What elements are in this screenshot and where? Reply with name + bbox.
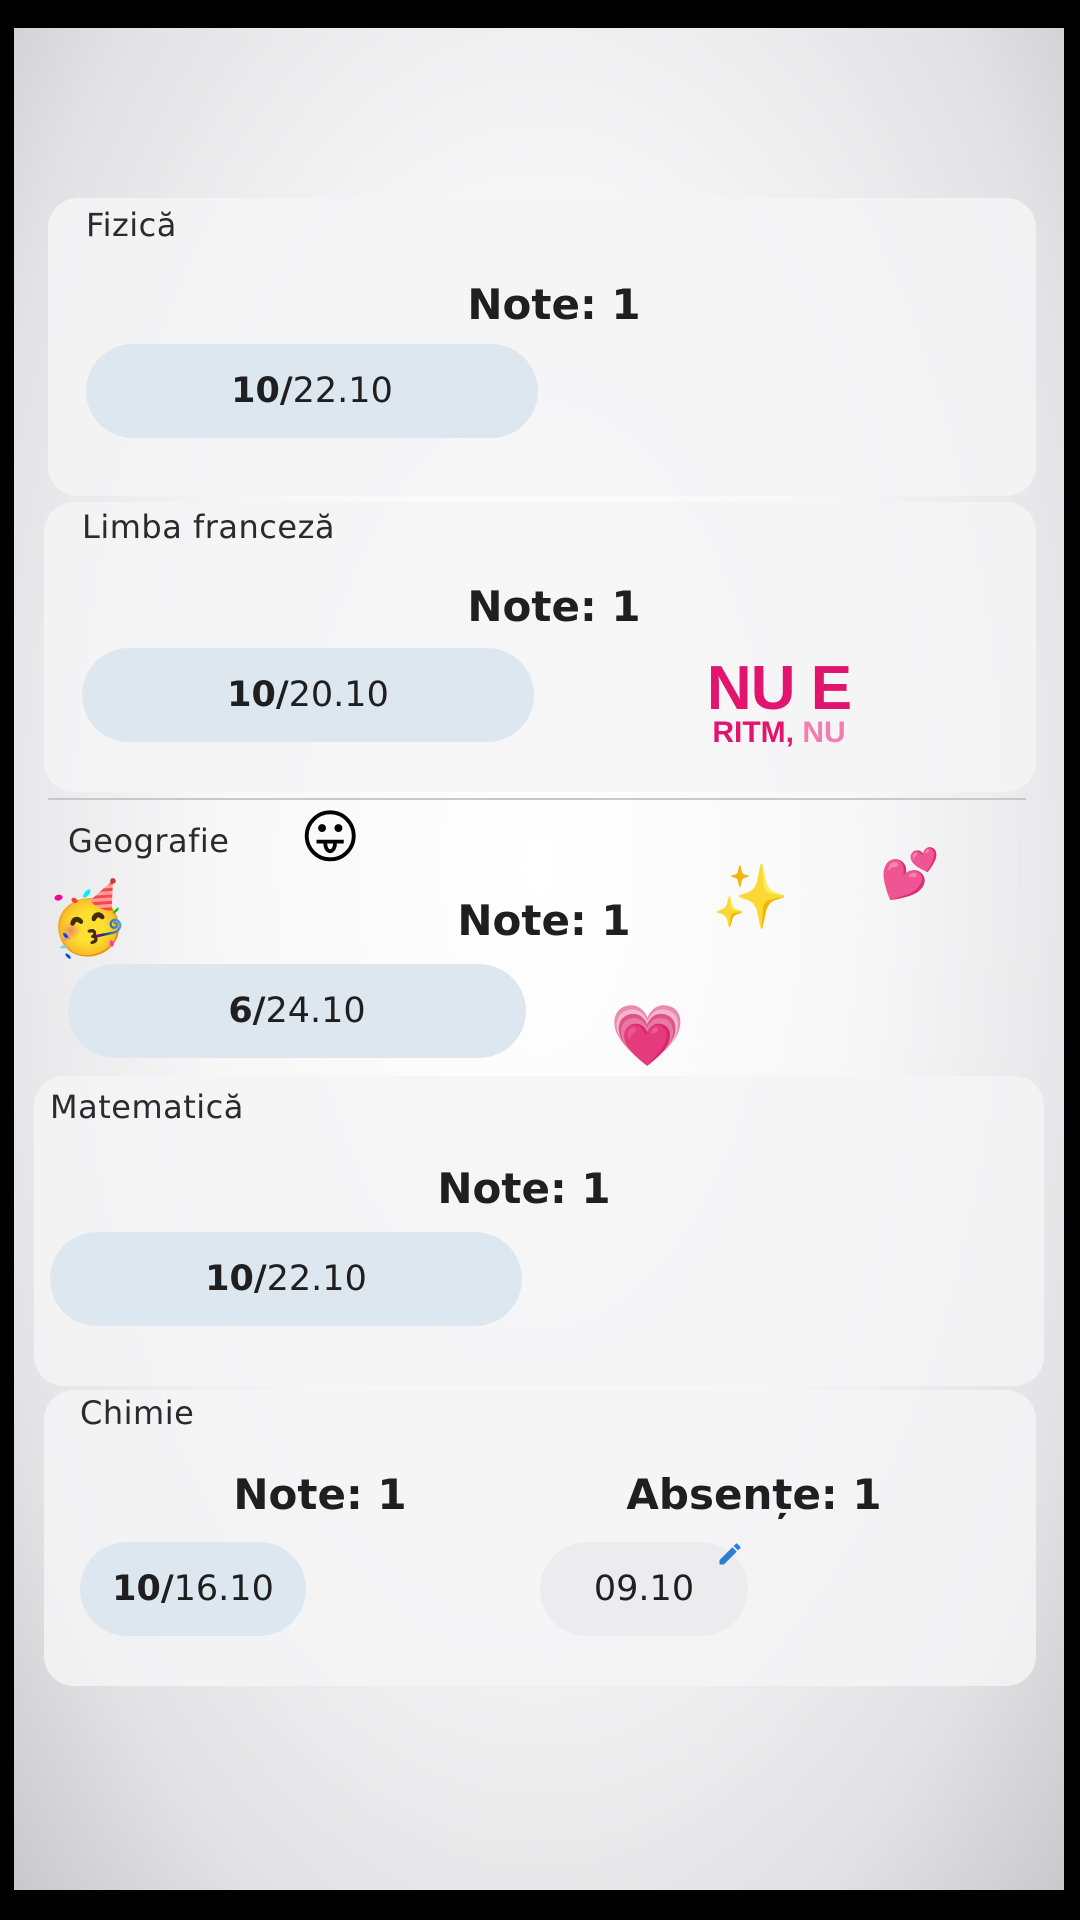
absence-date: 09.10 [593,1569,695,1609]
grades-count: Note: 1 [457,896,631,945]
grade-value: 10/ [112,1569,174,1609]
divider [48,798,1026,800]
pencil-icon[interactable] [716,1540,744,1568]
subject-card-chimie[interactable] [44,1390,1036,1686]
heart-icon: 💗 [610,1001,685,1071]
screen: Fizică Note: 1 10/22.10 Limba franceză N… [14,28,1064,1890]
two-hearts-icon: 💕 [880,846,940,902]
sticker-word: RITM, [712,715,794,749]
sparkles-icon: ✨ [712,860,790,933]
party-emoji-icon: 🥳 [41,877,135,967]
tongue-emoji-icon: 😛 [300,803,361,871]
subject-title: Matematică [50,1088,244,1126]
grades-count: Note: 1 [233,1470,407,1519]
sticker-line1: NU E [706,654,852,723]
absences-count: Absențe: 1 [626,1470,882,1519]
grade-pill[interactable]: 10/22.10 [86,344,538,438]
grade-pill[interactable]: 10/22.10 [50,1232,522,1326]
grade-value: 6/ [228,991,266,1031]
subject-title: Fizică [86,206,177,244]
grade-date: 16.10 [173,1569,274,1609]
subject-title: Chimie [80,1394,195,1432]
grade-value: 10/ [227,675,289,715]
grades-count: Note: 1 [467,582,641,631]
grades-count: Note: 1 [467,280,641,329]
grade-date: 22.10 [292,371,393,411]
grade-pill[interactable]: 10/20.10 [82,648,534,742]
sticker-line2: RITM, NU [694,715,864,749]
grade-date: 22.10 [266,1259,367,1299]
subject-title: Limba franceză [82,508,335,546]
grade-date: 20.10 [288,675,389,715]
sticker-word: NU [802,715,846,749]
grade-pill[interactable]: 6/24.10 [68,964,526,1058]
grade-date: 24.10 [265,991,366,1031]
nu-e-ritm-sticker: NU E RITM, NU [694,654,864,749]
grade-value: 10/ [205,1259,267,1299]
subject-title: Geografie [68,822,230,860]
grade-value: 10/ [231,371,293,411]
grades-count: Note: 1 [437,1164,611,1213]
grade-pill[interactable]: 10/16.10 [80,1542,306,1636]
